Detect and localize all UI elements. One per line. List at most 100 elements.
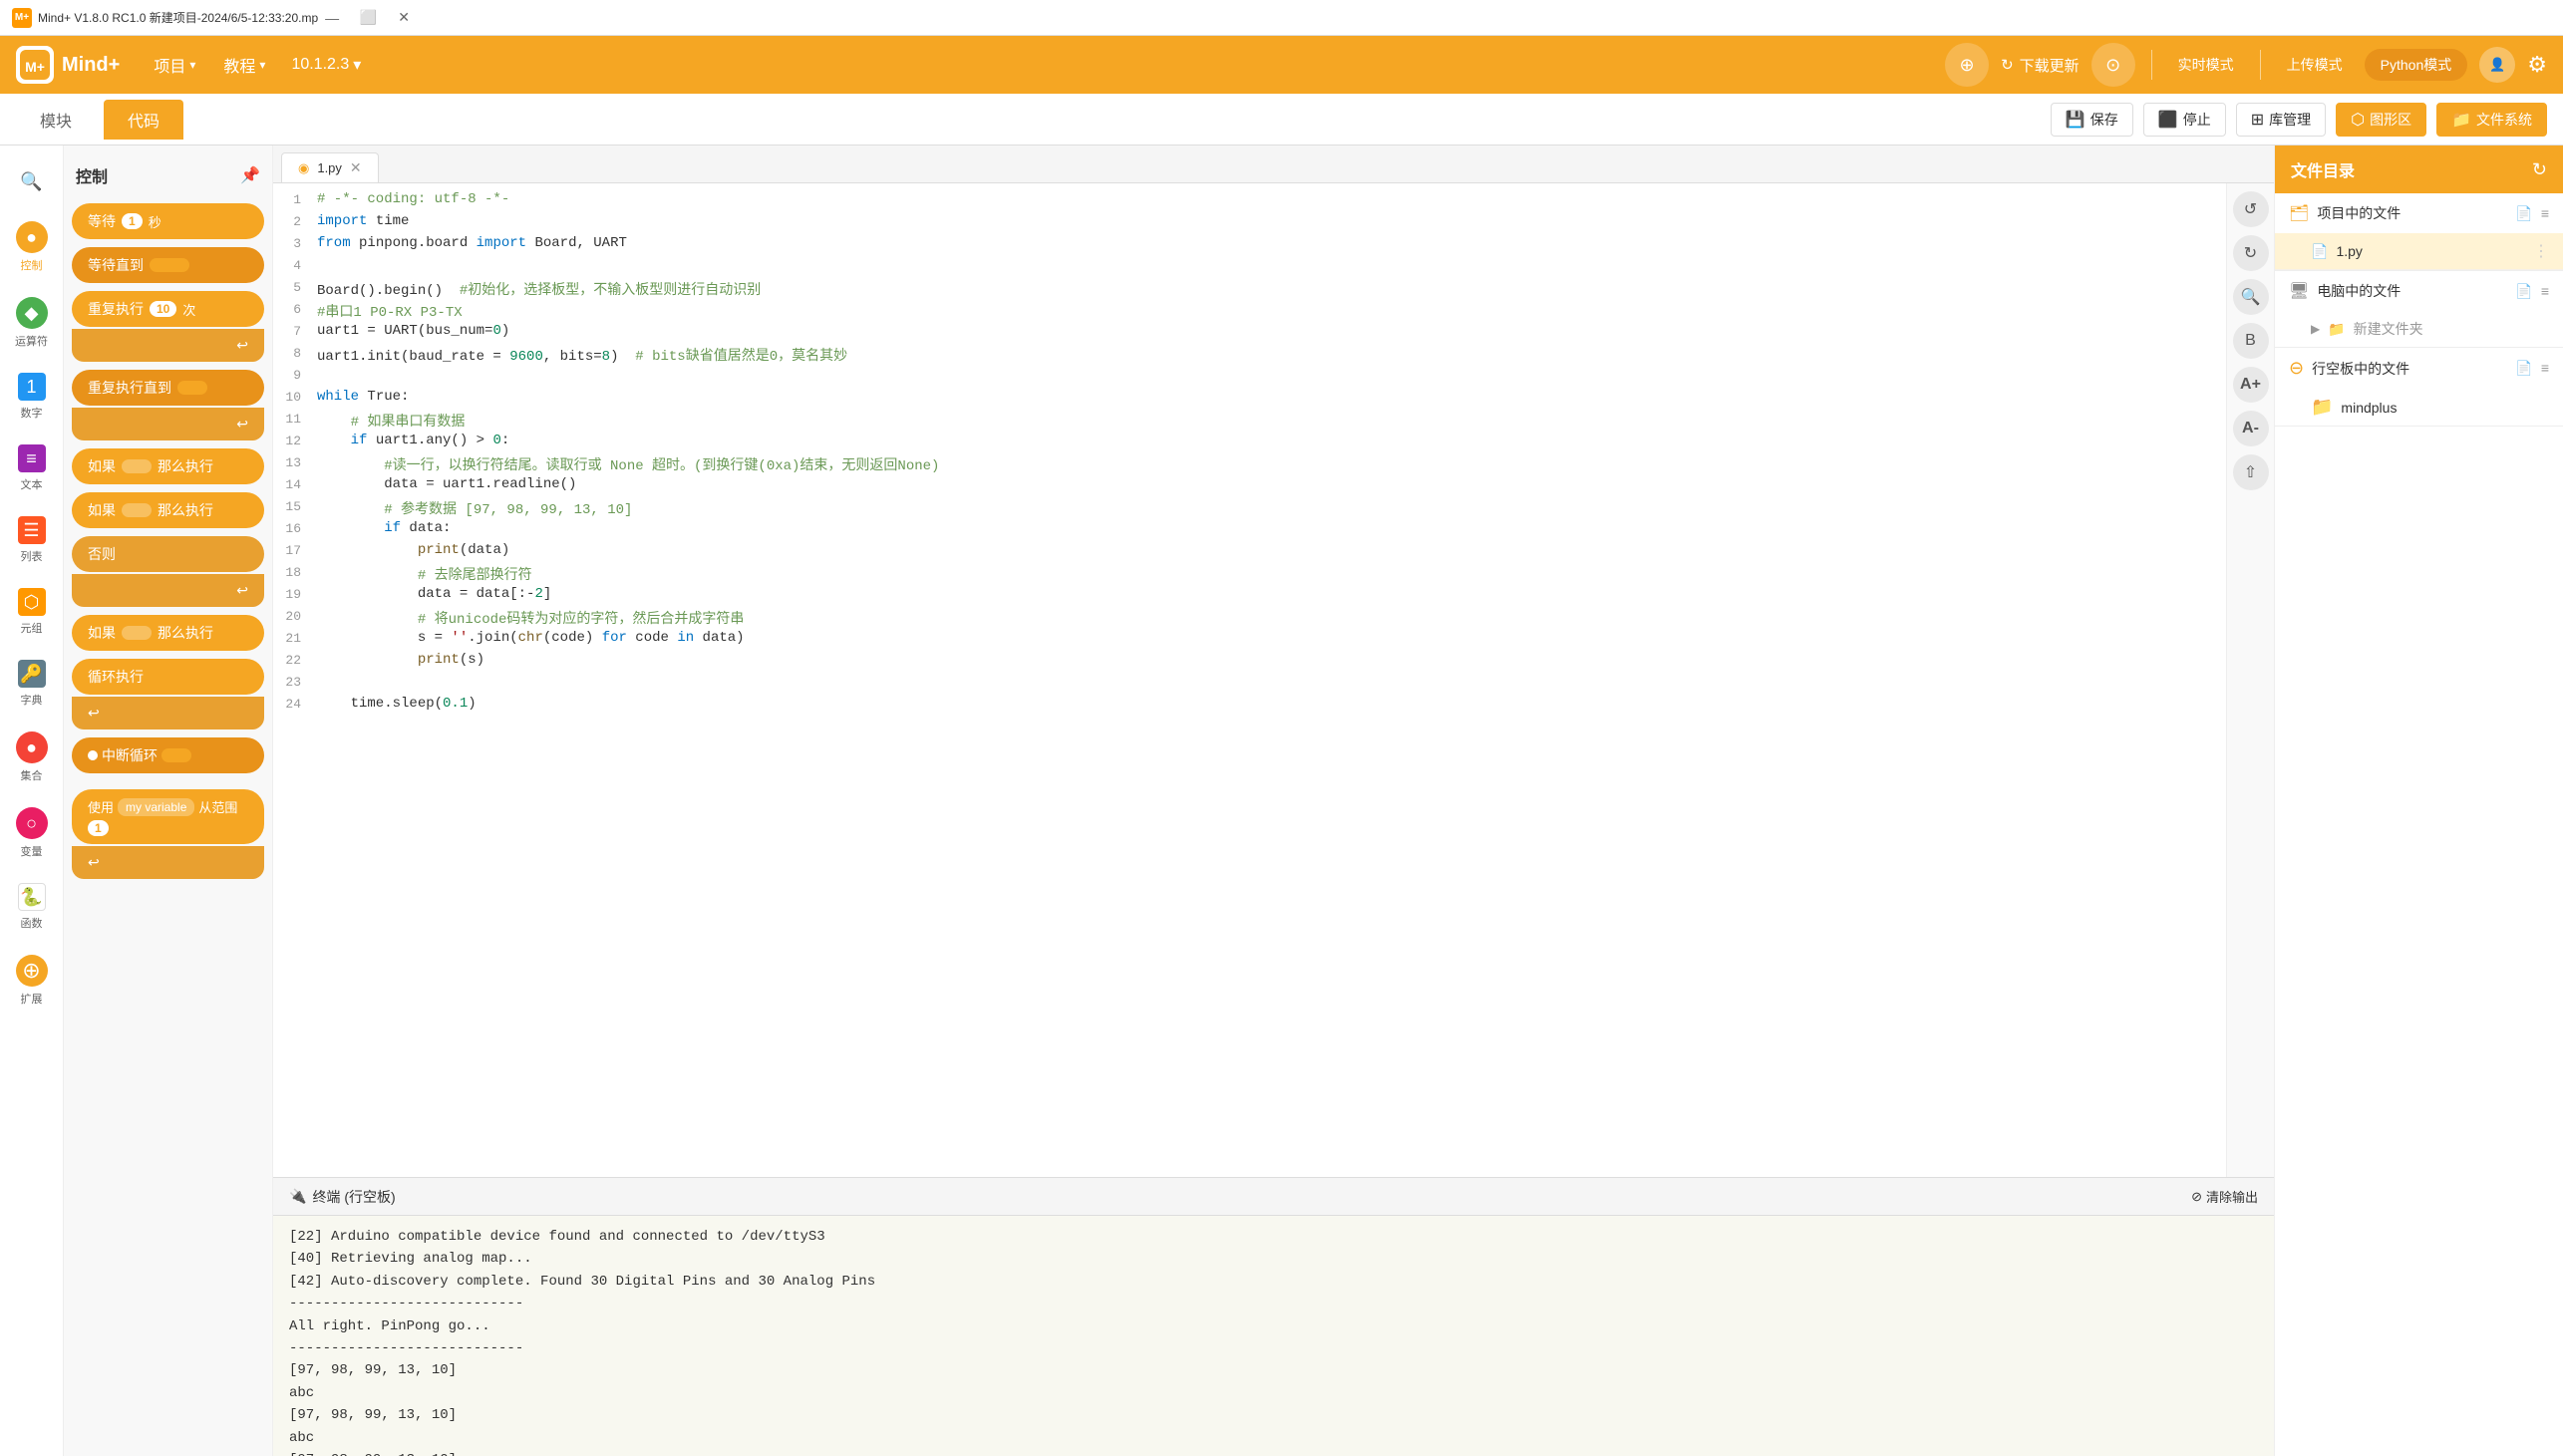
sidebar-item-dict[interactable]: 🔑 字典 xyxy=(4,650,60,718)
font-increase-icon[interactable]: A+ xyxy=(2233,367,2269,403)
zoom-out-icon[interactable]: B xyxy=(2233,323,2269,359)
sidebar-item-function[interactable]: 🐍 函数 xyxy=(4,873,60,941)
block-loop-arrow[interactable]: ↩ xyxy=(72,697,264,729)
sidebar-item-label: 控制 xyxy=(21,257,43,273)
code-line-11: 11 # 如果串口有数据 xyxy=(273,411,2226,433)
editor-area: ◉ 1.py ✕ 1 # -*- coding: utf-8 -*- 2 imp… xyxy=(273,146,2274,1456)
terminal-header: 🔌 终端 (行空板) ⊘ 清除输出 xyxy=(273,1178,2274,1216)
clear-output-button[interactable]: ⊘ 清除输出 xyxy=(2191,1187,2258,1206)
block-repeat[interactable]: 重复执行 10 次 xyxy=(72,291,264,327)
block-repeat-arrow[interactable]: ↩ xyxy=(72,329,264,362)
terminal-content[interactable]: [22] Arduino compatible device found and… xyxy=(273,1216,2274,1456)
upload-mode-button[interactable]: 上传模式 xyxy=(2277,51,2353,79)
sidebar-item-number[interactable]: 1 数字 xyxy=(4,363,60,431)
file-name: 1.py xyxy=(2336,243,2525,259)
editor-tabs: ◉ 1.py ✕ xyxy=(273,146,2274,183)
block-else[interactable]: 否则 xyxy=(72,536,264,572)
tutorial-menu[interactable]: 教程 ▾ xyxy=(209,47,279,83)
new-file-icon-2[interactable]: 📄 xyxy=(2515,283,2532,300)
sidebar-item-text[interactable]: ≡ 文本 xyxy=(4,435,60,502)
close-button[interactable]: ✕ xyxy=(390,8,418,28)
file-item-1py[interactable]: 📄 1.py ⋮ xyxy=(2275,233,2563,270)
block-if-do[interactable]: 如果 那么执行 xyxy=(72,448,264,484)
python-mode-button[interactable]: Python模式 xyxy=(2365,49,2468,81)
block-break[interactable]: 中断循环 xyxy=(72,737,264,773)
code-line-6: 6 #串口1 P0-RX P3-TX xyxy=(273,301,2226,323)
code-area[interactable]: 1 # -*- coding: utf-8 -*- 2 import time … xyxy=(273,183,2226,726)
community-icon-button[interactable]: ⊕ xyxy=(1945,43,1989,87)
dict-icon: 🔑 xyxy=(18,660,46,688)
block-if-do2[interactable]: 如果 那么执行 xyxy=(72,492,264,528)
scroll-top-icon[interactable]: ⇧ xyxy=(2233,454,2269,490)
scroll-down-icon[interactable]: ↻ xyxy=(2233,235,2269,271)
tab-blocks[interactable]: 模块 xyxy=(16,100,96,140)
project-files-list: 📄 1.py ⋮ xyxy=(2275,233,2563,270)
save-button[interactable]: 💾 保存 xyxy=(2051,103,2133,137)
airboard-folder-item[interactable]: 📁 mindplus xyxy=(2275,389,2563,426)
block-use-variable[interactable]: 使用 my variable 从范围 1 xyxy=(72,789,264,844)
block-repeat-until-arrow[interactable]: ↩ xyxy=(72,408,264,440)
sidebar-item-component[interactable]: ⬡ 元组 xyxy=(4,578,60,646)
new-file-icon-3[interactable]: 📄 xyxy=(2515,360,2532,377)
computer-files-header[interactable]: 🖥 电脑中的文件 📄 ≡ xyxy=(2275,271,2563,311)
code-scroll-area[interactable]: 1 # -*- coding: utf-8 -*- 2 import time … xyxy=(273,183,2226,1177)
zoom-in-icon[interactable]: 🔍 xyxy=(2233,279,2269,315)
block-use-variable-arrow[interactable]: ↩ xyxy=(72,846,264,879)
editor-main: 1 # -*- coding: utf-8 -*- 2 import time … xyxy=(273,183,2274,1177)
block-wait[interactable]: 等待 1 秒 xyxy=(72,203,264,239)
filesystem-button[interactable]: 📁 文件系统 xyxy=(2436,103,2547,137)
sidebar-item-list[interactable]: ☰ 列表 xyxy=(4,506,60,574)
scroll-up-icon[interactable]: ↺ xyxy=(2233,191,2269,227)
sidebar-item-extension[interactable]: ⊕ 扩展 xyxy=(4,945,60,1017)
sidebar-item-control[interactable]: ● 控制 xyxy=(4,211,60,283)
editor-tab-1py[interactable]: ◉ 1.py ✕ xyxy=(281,152,379,182)
tab-close-icon[interactable]: ✕ xyxy=(350,159,362,176)
block-wait-until[interactable]: 等待直到 xyxy=(72,247,264,283)
stop-button[interactable]: ⬛ 停止 xyxy=(2143,103,2226,137)
sidebar-item-label: 文本 xyxy=(21,476,43,492)
project-menu[interactable]: 项目 ▾ xyxy=(140,47,209,83)
user-avatar[interactable]: 👤 xyxy=(2479,47,2515,83)
search-sidebar-item[interactable]: 🔍 xyxy=(4,155,60,207)
block-if-do3[interactable]: 如果 那么执行 xyxy=(72,615,264,651)
block-repeat-until[interactable]: 重复执行直到 xyxy=(72,370,264,406)
maximize-button[interactable]: ⬜ xyxy=(354,8,382,28)
pin-icon[interactable]: 📌 xyxy=(240,165,260,185)
block-loop[interactable]: 循环执行 xyxy=(72,659,264,695)
font-decrease-icon[interactable]: A- xyxy=(2233,411,2269,446)
refresh-icon[interactable]: ↻ xyxy=(2532,159,2547,180)
download-update-button[interactable]: ↻ 下载更新 xyxy=(2001,55,2080,76)
sidebar-item-operator[interactable]: ◆ 运算符 xyxy=(4,287,60,359)
file-more-icon[interactable]: ⋮ xyxy=(2533,241,2549,261)
tab-code[interactable]: 代码 xyxy=(104,100,183,140)
tab-dot-icon: ◉ xyxy=(298,160,309,176)
folder-name: 新建文件夹 xyxy=(2354,319,2423,339)
more-options-icon-2[interactable]: ≡ xyxy=(2541,283,2549,300)
realtime-mode-button[interactable]: 实时模式 xyxy=(2168,51,2244,79)
more-options-icon-3[interactable]: ≡ xyxy=(2541,360,2549,377)
new-file-icon[interactable]: 📄 xyxy=(2515,205,2532,222)
main-layout: 🔍 ● 控制 ◆ 运算符 1 数字 ≡ 文本 ☰ 列表 ⬡ 元组 🔑 字典 xyxy=(0,146,2563,1456)
project-files-header[interactable]: 🗂 项目中的文件 📄 ≡ xyxy=(2275,193,2563,233)
function-icon: 🐍 xyxy=(18,883,46,911)
code-line-22: 22 print(s) xyxy=(273,652,2226,674)
code-line-14: 14 data = uart1.readline() xyxy=(273,476,2226,498)
share-icon-button[interactable]: ⊙ xyxy=(2091,43,2135,87)
graphics-button[interactable]: ⬡ 图形区 xyxy=(2336,103,2426,137)
settings-icon[interactable]: ⚙ xyxy=(2527,52,2547,78)
block-else-arrow[interactable]: ↩ xyxy=(72,574,264,607)
airboard-files-header[interactable]: ⊖ 行空板中的文件 📄 ≡ xyxy=(2275,348,2563,389)
terminal-area: 🔌 终端 (行空板) ⊘ 清除输出 [22] Arduino compatibl… xyxy=(273,1177,2274,1456)
more-options-icon[interactable]: ≡ xyxy=(2541,205,2549,222)
version-selector[interactable]: 10.1.2.3 ▾ xyxy=(279,49,373,81)
minimize-button[interactable]: — xyxy=(318,8,346,28)
tutorial-arrow-icon: ▾ xyxy=(259,58,265,72)
clear-icon: ⊘ xyxy=(2191,1189,2202,1205)
expand-icon: ▶ xyxy=(2311,322,2320,336)
sidebar-item-variable[interactable]: ○ 变量 xyxy=(4,797,60,869)
library-button[interactable]: ⊞ 库管理 xyxy=(2236,103,2326,137)
folder-item-new[interactable]: ▶ 📁 新建文件夹 xyxy=(2275,311,2563,347)
code-line-21: 21 s = ''.join(chr(code) for code in dat… xyxy=(273,630,2226,652)
sidebar-item-set[interactable]: ● 集合 xyxy=(4,722,60,793)
logo-text: Mind+ xyxy=(62,54,120,77)
